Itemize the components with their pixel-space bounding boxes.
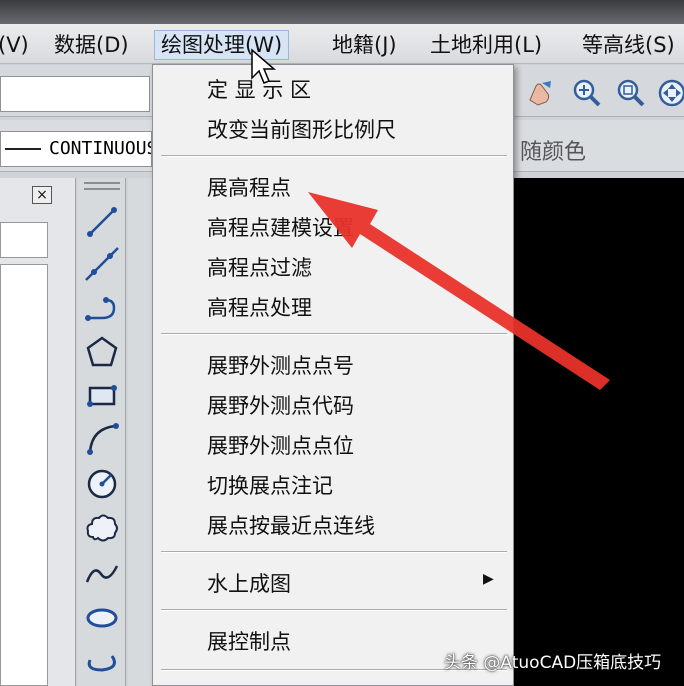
left-panel-list[interactable] xyxy=(0,264,48,686)
menu-item-toggle-point-labels[interactable]: 切换展点注记 xyxy=(207,471,333,501)
menu-item-change-scale[interactable]: 改变当前图形比例尺 xyxy=(207,115,396,145)
polyline-icon[interactable] xyxy=(84,290,120,326)
submenu-arrow-icon: ▶ xyxy=(483,571,494,587)
menu-item-elevation-processing[interactable]: 高程点处理 xyxy=(207,293,312,323)
ellipse-icon[interactable] xyxy=(84,600,120,636)
title-bar-strip xyxy=(0,0,684,26)
zoom-realtime-icon[interactable] xyxy=(570,78,604,108)
menu-item-show-elevation-points[interactable]: 展高程点 xyxy=(207,173,291,203)
spline-icon[interactable] xyxy=(84,556,120,592)
layer-combo[interactable] xyxy=(0,76,150,112)
menu-land-use[interactable]: 土地利用(L) xyxy=(424,30,548,60)
left-panel-input[interactable] xyxy=(0,222,48,258)
color-combo[interactable]: 随颜色 xyxy=(520,134,586,166)
menu-separator xyxy=(161,551,507,553)
menu-item-connect-nearest-points[interactable]: 展点按最近点连线 xyxy=(207,511,375,541)
menu-data[interactable]: 数据(D) xyxy=(48,30,135,60)
menu-view[interactable]: (V) xyxy=(0,30,35,60)
orbit-icon[interactable] xyxy=(656,78,684,108)
linetype-combo[interactable]: CONTINUOUS xyxy=(0,131,152,167)
menu-bar: (V) 数据(D) 绘图处理(W) 地籍(J) 土地利用(L) 等高线(S) xyxy=(0,24,684,64)
menu-cadastre[interactable]: 地籍(J) xyxy=(326,30,403,60)
toolbar-grip[interactable] xyxy=(84,182,120,184)
circle-icon[interactable] xyxy=(84,466,120,502)
menu-item-show-control-points[interactable]: 展控制点 xyxy=(207,627,291,657)
menu-item-elevation-filter[interactable]: 高程点过滤 xyxy=(207,253,312,283)
secondary-toolbar xyxy=(128,178,154,686)
arc-icon[interactable] xyxy=(84,420,120,456)
zoom-window-icon[interactable] xyxy=(614,78,648,108)
revision-cloud-icon[interactable] xyxy=(84,510,120,546)
rectangle-icon[interactable] xyxy=(84,378,120,414)
toolbar-grip[interactable] xyxy=(84,188,120,190)
mouse-cursor-icon xyxy=(251,48,277,84)
linetype-value: CONTINUOUS xyxy=(49,138,152,159)
close-icon[interactable]: × xyxy=(32,186,52,204)
menu-contour[interactable]: 等高线(S) xyxy=(576,30,681,60)
line-icon[interactable] xyxy=(84,204,120,240)
watermark-text: 头条 @AtuoCAD压箱底技巧 xyxy=(444,653,662,673)
menu-separator xyxy=(161,155,507,157)
construction-line-icon[interactable] xyxy=(84,246,120,282)
menu-item-hydrographic-mapping[interactable]: 水上成图 xyxy=(207,569,291,599)
annotation-arrow-icon xyxy=(308,192,610,390)
menu-separator xyxy=(161,609,507,611)
pan-hand-icon[interactable] xyxy=(522,78,556,108)
linetype-sample xyxy=(5,148,41,150)
menu-item-show-field-point-positions[interactable]: 展野外测点点位 xyxy=(207,431,354,461)
polygon-icon[interactable] xyxy=(84,334,120,370)
ellipse-arc-icon[interactable] xyxy=(84,644,120,680)
